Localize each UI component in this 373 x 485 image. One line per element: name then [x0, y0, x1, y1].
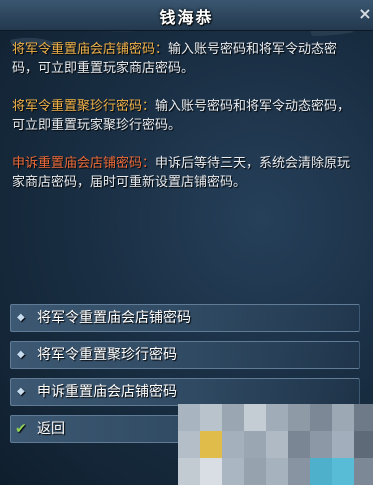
info-paragraph: 将军令重置聚珍行密码：输入账号密码和将军令动态密码，可立即重置玩家聚珍行密码。: [12, 97, 357, 135]
option-label: 将军令重置聚珍行密码: [37, 347, 177, 363]
close-button[interactable]: ×: [357, 4, 373, 24]
info-heading: 将军令重置庙会店铺密码：: [12, 42, 169, 57]
diamond-bullet-icon: ◆: [17, 312, 25, 323]
option-label: 将军令重置庙会店铺密码: [37, 310, 191, 326]
info-paragraph: 申诉重置庙会店铺密码：申诉后等待三天，系统会清除原玩家商店密码，届时可重新设置店…: [12, 154, 357, 192]
dialog-body: 将军令重置庙会店铺密码：输入账号密码和将军令动态密码，可立即重置玩家商店密码。 …: [12, 40, 357, 211]
info-paragraph: 将军令重置庙会店铺密码：输入账号密码和将军令动态密码，可立即重置玩家商店密码。: [12, 40, 357, 78]
option-label: 申诉重置庙会店铺密码: [37, 384, 177, 400]
diamond-bullet-icon: ◆: [17, 386, 25, 397]
diamond-bullet-icon: ◆: [17, 349, 25, 360]
option-token-reset-treasure-hall[interactable]: ◆ 将军令重置聚珍行密码: [10, 341, 360, 369]
title-bar: 钱海恭 ×: [0, 0, 373, 31]
info-heading: 将军令重置聚珍行密码：: [12, 99, 156, 114]
option-token-reset-fair-shop[interactable]: ◆ 将军令重置庙会店铺密码: [10, 304, 360, 332]
info-heading: 申诉重置庙会店铺密码：: [12, 156, 156, 171]
back-label: 返回: [37, 421, 65, 437]
pixelated-censor-overlay: [178, 404, 373, 485]
checkmark-icon: ✔: [15, 421, 27, 437]
option-appeal-reset-fair-shop[interactable]: ◆ 申诉重置庙会店铺密码: [10, 378, 360, 406]
npc-name-title: 钱海恭: [159, 8, 214, 27]
npc-dialog: 钱海恭 × 将军令重置庙会店铺密码：输入账号密码和将军令动态密码，可立即重置玩家…: [0, 0, 373, 485]
